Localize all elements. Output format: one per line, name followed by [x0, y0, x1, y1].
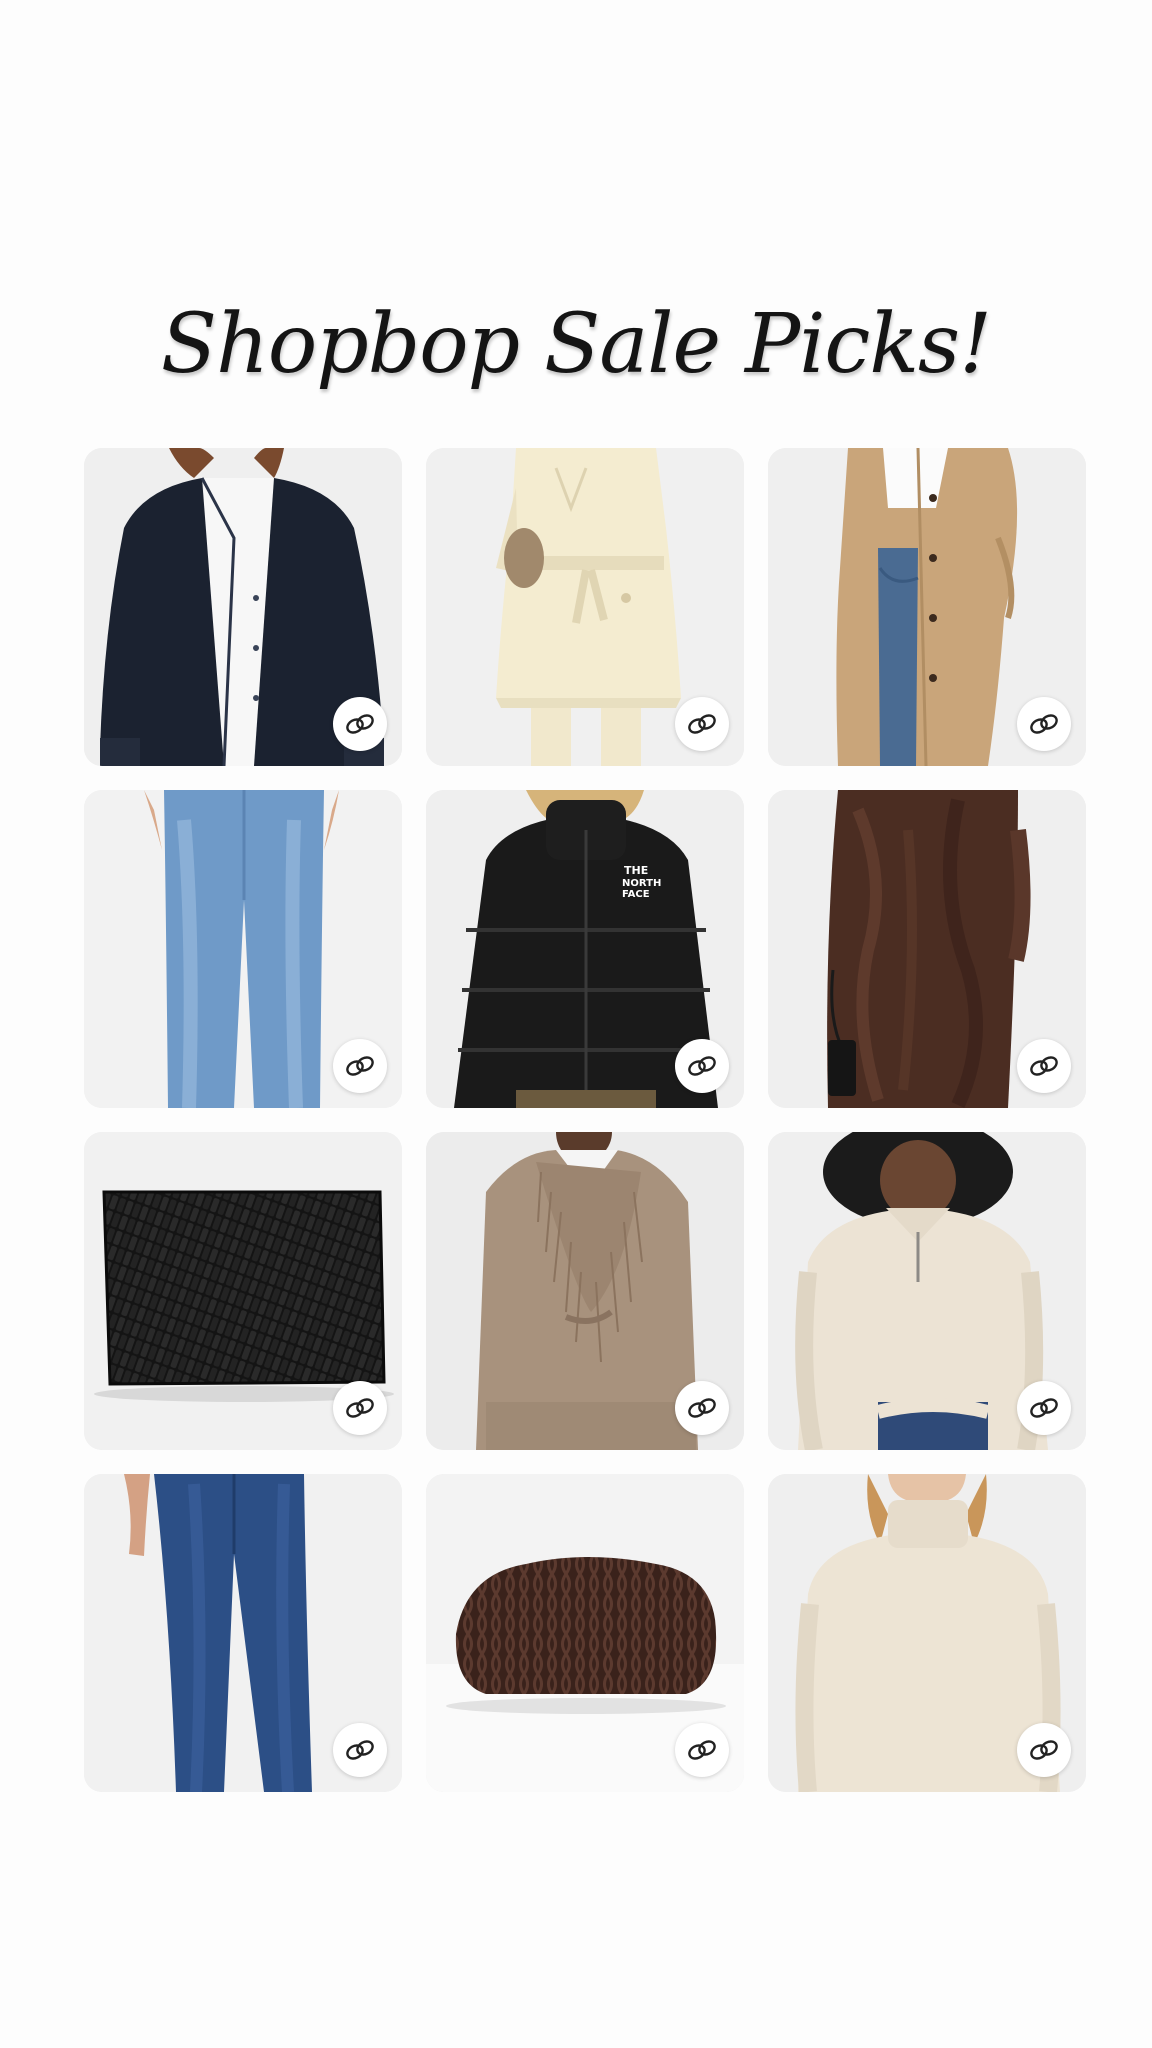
product-grid: THE NORTH FACE [84, 448, 1086, 1792]
product-tile-brown-quilted-pouch[interactable] [426, 1474, 744, 1792]
product-link-button[interactable] [675, 697, 729, 751]
link-icon [1030, 714, 1058, 734]
product-link-button[interactable] [675, 1381, 729, 1435]
product-link-button[interactable] [1017, 1039, 1071, 1093]
product-link-button[interactable] [333, 1039, 387, 1093]
product-tile-cream-trench-coat[interactable] [426, 448, 744, 766]
product-link-button[interactable] [1017, 697, 1071, 751]
link-icon [346, 1740, 374, 1760]
product-link-button[interactable] [675, 1723, 729, 1777]
product-tile-light-wash-jeans[interactable] [84, 790, 402, 1108]
link-icon [1030, 1740, 1058, 1760]
link-icon [688, 1056, 716, 1076]
product-tile-black-puffer-jacket[interactable]: THE NORTH FACE [426, 790, 744, 1108]
link-icon [346, 1398, 374, 1418]
product-tile-ivory-turtleneck-sweater[interactable] [768, 1474, 1086, 1792]
link-icon [688, 714, 716, 734]
product-link-button[interactable] [333, 697, 387, 751]
product-tile-brown-faux-fur-coat[interactable] [768, 790, 1086, 1108]
link-icon [688, 1740, 716, 1760]
product-tile-black-woven-clutch[interactable] [84, 1132, 402, 1450]
svg-text:NORTH: NORTH [622, 878, 661, 889]
product-link-button[interactable] [333, 1381, 387, 1435]
product-link-button[interactable] [675, 1039, 729, 1093]
product-link-button[interactable] [1017, 1723, 1071, 1777]
product-link-button[interactable] [1017, 1381, 1071, 1435]
link-icon [688, 1398, 716, 1418]
product-tile-camel-long-coat[interactable] [768, 448, 1086, 766]
product-tile-navy-barn-jacket[interactable] [84, 448, 402, 766]
product-link-button[interactable] [333, 1723, 387, 1777]
svg-text:FACE: FACE [622, 889, 650, 900]
product-tile-cream-half-zip-sweater[interactable] [768, 1132, 1086, 1450]
page-title: Shopbop Sale Picks! [160, 297, 992, 392]
svg-text:THE: THE [624, 864, 648, 877]
link-icon [1030, 1056, 1058, 1076]
product-tile-dark-wash-jeans[interactable] [84, 1474, 402, 1792]
link-icon [346, 1056, 374, 1076]
link-icon [346, 714, 374, 734]
link-icon [1030, 1398, 1058, 1418]
product-tile-fringe-wrap-cardigan[interactable] [426, 1132, 744, 1450]
